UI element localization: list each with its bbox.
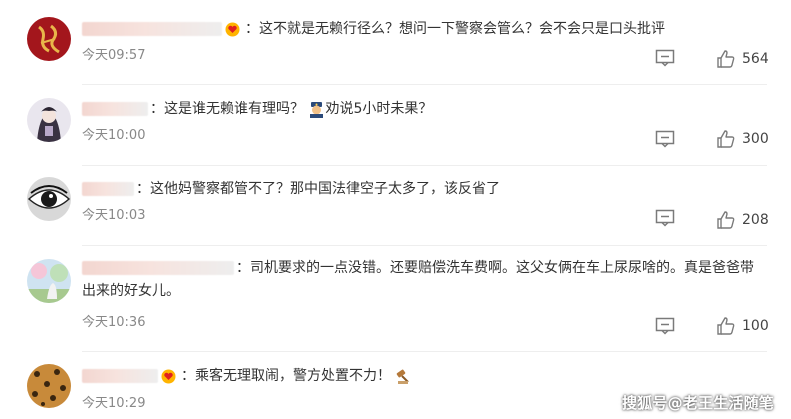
heart-badge-icon [225,22,240,36]
comment-time: 今天10:03 [82,208,146,223]
like-button[interactable]: 300 [716,129,769,149]
police-officer-emoji-icon [310,101,324,118]
thumbs-up-icon [717,130,735,148]
red-calligraphy-avatar-icon [27,17,71,61]
comment-time: 今天10:36 [82,315,146,330]
heart-badge-icon [161,369,176,383]
comment-colon: ： [236,260,250,276]
like-button[interactable]: 564 [716,49,769,69]
username-blurred[interactable] [82,182,134,196]
comment-text-line: ：这不就是无赖行径么？想问一下警察会管么？会不会只是口头批评 [82,17,767,41]
avatar[interactable] [27,98,71,142]
comment-text: 乘客无理取闹，警方处置不力！ [195,368,391,384]
like-count: 100 [742,318,769,334]
comment-text-continued: 劝说5小时未果？ [325,101,433,117]
divider [82,165,767,166]
comment-icon [655,130,675,148]
like-button[interactable]: 208 [716,210,769,230]
comment-icon [655,209,675,227]
avatar[interactable] [27,259,71,303]
divider [82,84,767,85]
like-button[interactable]: 100 [716,316,769,336]
username-blurred[interactable] [82,261,234,275]
comment-icon [655,317,675,335]
reply-button[interactable] [655,209,675,227]
comment-text-line: ：乘客无理取闹，警方处置不力！ [82,364,767,388]
divider [82,351,767,352]
avatar[interactable] [27,177,71,221]
thumbs-up-icon [717,211,735,229]
username-blurred[interactable] [82,102,148,116]
comment-text: 这他妈警察都管不了？那中国法律空子太多了，该反省了 [150,181,500,197]
watermark: 搜狐号@老王生活随笔 [622,394,775,412]
comment-time: 今天10:29 [82,396,146,411]
comment-text-line: ：这是谁无赖谁有理吗？ 劝说5小时未果？ [82,97,767,121]
comment-time: 今天09:57 [82,48,146,63]
thumbs-up-icon [717,317,735,335]
username-blurred[interactable] [82,22,222,36]
comment-colon: ： [150,101,164,117]
divider [82,245,767,246]
anime-girl-avatar-icon [27,98,71,142]
comment-icon [655,49,675,67]
gavel-emoji-icon [397,369,410,384]
leopard-avatar-icon [27,364,71,408]
comment-colon: ： [136,181,150,197]
comment-text: 这是谁无赖谁有理吗？ [164,101,304,117]
comment-colon: ： [181,368,195,384]
reply-button[interactable] [655,130,675,148]
comment-text: 这不就是无赖行径么？想问一下警察会管么？会不会只是口头批评 [259,21,665,37]
like-count: 564 [742,51,769,67]
comment-text-line: ：司机要求的一点没错。还要赔偿洗车费啊。这父女俩在车上尿尿啥的。真是爸爸带出来的… [82,257,767,303]
comment-time: 今天10:00 [82,128,146,143]
reply-button[interactable] [655,317,675,335]
avatar[interactable] [27,17,71,61]
like-count: 300 [742,131,769,147]
thumbs-up-icon [717,50,735,68]
comment-colon: ： [245,21,259,37]
eye-closeup-avatar-icon [27,177,71,221]
reply-button[interactable] [655,49,675,67]
like-count: 208 [742,212,769,228]
avatar[interactable] [27,364,71,408]
comment-text-line: ：这他妈警察都管不了？那中国法律空子太多了，该反省了 [82,177,767,201]
pastel-landscape-avatar-icon [27,259,71,303]
username-blurred[interactable] [82,369,158,383]
